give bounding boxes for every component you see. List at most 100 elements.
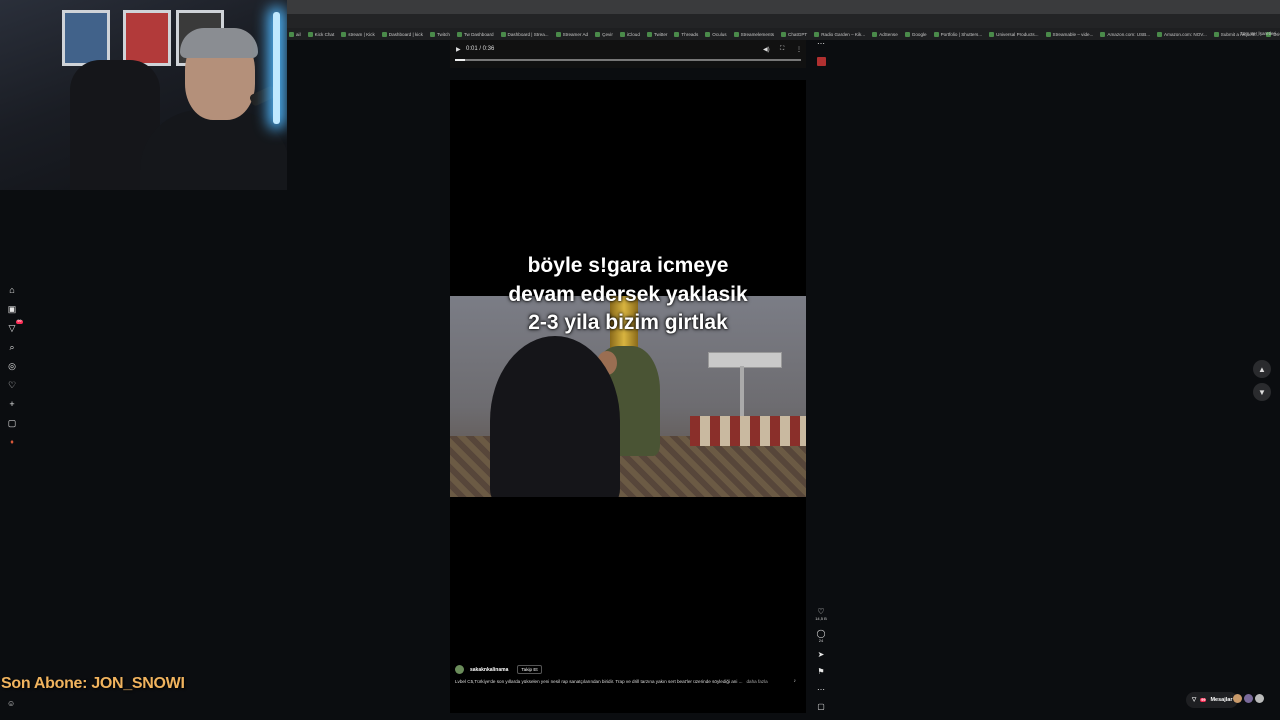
bookmark-favicon-icon bbox=[1213, 31, 1219, 37]
bookmark-favicon-icon bbox=[341, 31, 347, 37]
bookmark-icon[interactable]: ⚑ bbox=[812, 668, 830, 676]
man-back bbox=[490, 336, 620, 497]
messages-badge: 99 bbox=[1200, 698, 1207, 702]
wall-frame bbox=[62, 10, 110, 66]
post-info: sakaknkalinama Takip Et Lvbel C5,Türkiye… bbox=[455, 665, 801, 684]
bookmark-favicon-icon bbox=[781, 31, 787, 37]
bookmark-label: ail bbox=[296, 31, 301, 37]
streamer-body bbox=[140, 110, 287, 190]
volume-icon[interactable]: ◀) bbox=[763, 46, 770, 53]
bookmark-favicon-icon bbox=[619, 31, 625, 37]
chevron-down-icon[interactable]: ▼ bbox=[1253, 383, 1271, 401]
bookmark-label: Portfolio | Shutters... bbox=[940, 31, 983, 37]
explore-icon[interactable]: ◎ bbox=[7, 361, 18, 372]
like-count: 14,5 B bbox=[815, 616, 827, 621]
browser-address-bar[interactable] bbox=[287, 14, 1280, 37]
bookmark-item[interactable]: Threads bbox=[674, 31, 699, 37]
plus-icon[interactable]: + bbox=[7, 399, 18, 410]
fullscreen-icon[interactable]: ⛶ bbox=[780, 46, 784, 53]
video-icon[interactable]: ▣ bbox=[7, 304, 18, 315]
bookmark-item[interactable]: Çevir bbox=[595, 31, 613, 37]
bookmark-favicon-icon bbox=[555, 31, 561, 37]
bookmark-favicon-icon bbox=[674, 31, 680, 37]
bookmark-favicon-icon bbox=[1157, 31, 1163, 37]
bookmark-item[interactable]: Radio Garden – Kik... bbox=[814, 31, 865, 37]
bookmark-item[interactable]: ail bbox=[289, 31, 301, 37]
comment-icon[interactable]: ◯ bbox=[817, 629, 826, 638]
heater bbox=[708, 352, 782, 368]
message-avatars[interactable] bbox=[1233, 694, 1264, 703]
more-link[interactable]: daha fazla bbox=[746, 679, 767, 684]
bookmark-item[interactable]: Streamer Ad bbox=[555, 31, 589, 37]
like-button[interactable]: ♡ 14,5 B bbox=[812, 608, 830, 621]
more-icon[interactable]: ⋮ bbox=[796, 46, 802, 53]
bookmark-favicon-icon bbox=[500, 31, 506, 37]
bookmark-item[interactable]: stream | Kick bbox=[341, 31, 375, 37]
video-player[interactable]: böyle s!gara icmeye devam edersek yaklas… bbox=[450, 80, 806, 713]
comment-button[interactable]: ◯ 24 bbox=[812, 630, 830, 643]
play-icon[interactable]: ▶ bbox=[456, 46, 461, 53]
webcam-overlay bbox=[0, 0, 287, 190]
bookmark-item[interactable]: ChatGPT bbox=[781, 31, 807, 37]
profile-icon[interactable]: ☺ bbox=[7, 699, 15, 708]
bookmark-label: Twitch bbox=[436, 31, 450, 37]
audio-progress[interactable] bbox=[455, 59, 801, 61]
heart-icon[interactable]: ♡ bbox=[817, 607, 824, 616]
bookmark-favicon-icon bbox=[307, 31, 313, 37]
bookmark-item[interactable]: Twitch bbox=[429, 31, 450, 37]
bookmark-item[interactable]: AdSense bbox=[872, 31, 898, 37]
audio-player[interactable]: ▶ 0:01 / 0:36 ◀) ⛶ ⋮ bbox=[450, 40, 806, 68]
action-rail: ⋯ ♡ 14,5 B ◯ 24 ➤ ⚑ ⋯ ▢ bbox=[812, 40, 830, 720]
bookmark-favicon-icon bbox=[646, 31, 652, 37]
inbox-icon: ▽ bbox=[1192, 697, 1197, 703]
bookmark-item[interactable]: Streamelements bbox=[733, 31, 774, 37]
chevron-up-icon[interactable]: ▲ bbox=[1253, 360, 1271, 378]
inbox-icon[interactable]: ▽ 99 bbox=[7, 319, 23, 334]
chat-icon[interactable]: ▢ bbox=[7, 418, 18, 429]
bookmark-favicon-icon bbox=[381, 31, 387, 37]
messages-button[interactable]: ▽ 99 Mesajlar bbox=[1186, 692, 1239, 708]
bookmarks-bar: ail Kick Chat stream | Kick Dashboard | kic… bbox=[287, 28, 1280, 40]
home-icon[interactable]: ⌂ bbox=[7, 285, 18, 296]
avatar[interactable] bbox=[455, 665, 464, 674]
bookmark-favicon-icon bbox=[733, 31, 739, 37]
more-options-icon[interactable]: ⋯ bbox=[812, 686, 830, 694]
bookmark-label: Twitter bbox=[653, 31, 668, 37]
fire-icon[interactable]: ♦ bbox=[7, 437, 18, 448]
bookmark-item[interactable]: Kick Chat bbox=[307, 31, 335, 37]
post-description: Lvbel C5,Türkiye'de son yıllarda yüksele… bbox=[455, 679, 801, 684]
bookmark-favicon-icon bbox=[904, 31, 910, 37]
all-bookmarks[interactable]: Tüm Yer İşaretleri bbox=[1240, 31, 1276, 36]
bookmark-favicon-icon bbox=[705, 31, 711, 37]
bookmark-label: Çevir bbox=[602, 31, 613, 37]
left-nav-rail: ⌂ ▣ ▽ 99 ⌕ ◎ ♡ + ▢ ♦ bbox=[0, 285, 24, 448]
caption-icon[interactable]: ▢ bbox=[812, 703, 830, 711]
bookmark-item[interactable]: Dashboard | Strea... bbox=[500, 31, 549, 37]
profile-avatar[interactable] bbox=[812, 57, 830, 68]
bookmark-label: iCloud bbox=[626, 31, 640, 37]
bookmark-item[interactable]: Streamable – vide... bbox=[1045, 31, 1093, 37]
bookmark-favicon-icon bbox=[595, 31, 601, 37]
bookmark-item[interactable]: Oculus bbox=[705, 31, 727, 37]
bookmark-item[interactable]: Dashboard | kick bbox=[381, 31, 423, 37]
more-icon[interactable]: ⋯ bbox=[812, 40, 830, 48]
follow-button[interactable]: Takip Et bbox=[517, 665, 542, 674]
bookmark-item[interactable]: Amazon.com: USB... bbox=[1100, 31, 1150, 37]
bookmark-item[interactable]: Google bbox=[904, 31, 927, 37]
heart-icon[interactable]: ♡ bbox=[7, 380, 18, 391]
bookmark-item[interactable]: Twitter bbox=[646, 31, 668, 37]
post-username[interactable]: sakaknkalinama bbox=[470, 667, 508, 673]
bookmark-item[interactable]: iCloud bbox=[619, 31, 640, 37]
bookmark-item[interactable]: Tw Dashboard bbox=[456, 31, 494, 37]
bookmark-label: Streamer Ad bbox=[562, 31, 589, 37]
bookmark-item[interactable]: Portfolio | Shutters... bbox=[933, 31, 983, 37]
search-icon[interactable]: ⌕ bbox=[7, 342, 18, 353]
bookmark-item[interactable]: Universal Products... bbox=[989, 31, 1039, 37]
post-description-text: Lvbel C5,Türkiye'de son yıllarda yüksele… bbox=[455, 679, 743, 684]
bookmark-label: Threads bbox=[681, 31, 699, 37]
share-icon[interactable]: ➤ bbox=[812, 651, 830, 659]
comment-count: 24 bbox=[818, 638, 824, 643]
bookmark-label: Kick Chat bbox=[314, 31, 335, 37]
bookmark-item[interactable]: Amazon.com: NOV... bbox=[1157, 31, 1207, 37]
music-icon[interactable]: ♪ bbox=[794, 678, 797, 684]
